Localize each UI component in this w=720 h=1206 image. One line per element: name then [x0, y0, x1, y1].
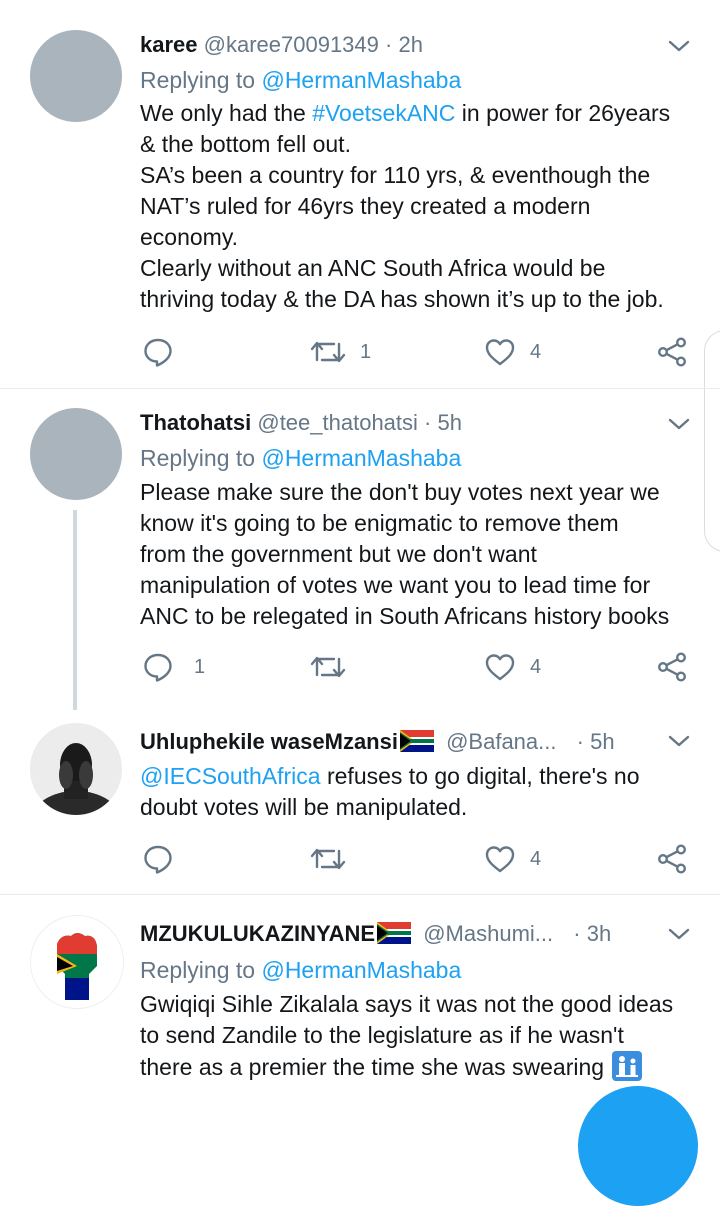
replying-to: Replying to @HermanMashaba — [140, 67, 462, 93]
compose-button[interactable] — [578, 1086, 698, 1206]
tweet-actions: 1 4 — [0, 332, 720, 372]
timestamp[interactable]: 3h — [587, 921, 611, 946]
retweet-button[interactable] — [310, 839, 360, 879]
share-icon — [656, 843, 688, 875]
reply-icon — [142, 336, 174, 368]
separator-dot: · — [576, 729, 584, 754]
user-handle[interactable]: @tee_thatohatsi — [257, 410, 418, 435]
like-button[interactable]: 4 — [484, 647, 541, 687]
reply-button[interactable] — [142, 839, 188, 879]
separator-dot: · — [573, 921, 581, 946]
hashtag-link[interactable]: #VoetsekANC — [312, 100, 455, 126]
reply-icon — [142, 843, 174, 875]
share-button[interactable] — [656, 839, 688, 879]
display-name[interactable]: MZUKULUKAZINYANE — [140, 921, 375, 946]
like-count: 4 — [530, 340, 542, 363]
tweet-line: ANC to be relegated in South Africans hi… — [140, 603, 670, 629]
tweet-line: Gwiqiqi Sihle Zikalala says it was not t… — [140, 991, 674, 1017]
retweet-button[interactable] — [310, 647, 360, 687]
tweet-line: & the bottom fell out. — [140, 131, 351, 157]
mention-link[interactable]: @IECSouthAfrica — [140, 763, 321, 789]
like-count: 4 — [530, 847, 542, 870]
retweet-icon — [310, 652, 346, 682]
tweet-header: Thatohatsi @tee_thatohatsi · 5h — [140, 408, 660, 438]
tweet-line: Clearly without an ANC South Africa woul… — [140, 255, 606, 281]
avatar[interactable] — [30, 408, 122, 500]
share-icon — [656, 336, 688, 368]
tweet-header: Uhluphekile waseMzansi @Bafana... · 5h — [140, 727, 660, 757]
replying-to: Replying to @HermanMashaba — [140, 445, 462, 471]
chevron-down-icon[interactable] — [668, 417, 690, 431]
tweet-line: NAT’s ruled for 46yrs they created a mod… — [140, 193, 591, 219]
heart-icon — [484, 337, 516, 367]
chevron-down-icon[interactable] — [668, 927, 690, 941]
reply-button[interactable] — [142, 332, 188, 372]
tweet-text: Gwiqiqi Sihle Zikalala says it was not t… — [140, 989, 700, 1083]
share-button[interactable] — [656, 332, 688, 372]
like-button[interactable]: 4 — [484, 839, 541, 879]
tweet-uhluphekile[interactable]: Uhluphekile waseMzansi @Bafana... · 5h @… — [0, 709, 720, 894]
tweet-line: We only had the #VoetsekANC in power for… — [140, 100, 671, 126]
tweet-line: manipulation of votes we want you to lea… — [140, 572, 651, 598]
tweet-karee[interactable]: karee @karee70091349 · 2h Replying to @H… — [0, 0, 720, 388]
reply-button[interactable]: 1 — [142, 647, 205, 687]
heart-icon — [484, 844, 516, 874]
like-button[interactable]: 4 — [484, 332, 541, 372]
south-africa-flag-icon — [399, 730, 434, 752]
timestamp[interactable]: 2h — [398, 32, 422, 57]
avatar[interactable] — [30, 723, 122, 815]
timestamp[interactable]: 5h — [590, 729, 614, 754]
tweet-mzukulukazinyane[interactable]: MZUKULUKAZINYANE @Mashumi... · 3h Replyi… — [0, 895, 720, 1114]
avatar[interactable] — [30, 30, 122, 122]
user-handle[interactable]: @Mashumi... — [423, 921, 553, 946]
tweet-line: thriving today & the DA has shown it’s u… — [140, 286, 664, 312]
tweet-text: We only had the #VoetsekANC in power for… — [140, 98, 700, 315]
replying-to-link[interactable]: @HermanMashaba — [261, 957, 461, 983]
share-icon — [656, 651, 688, 683]
tweet-text: @IECSouthAfrica refuses to go digital, t… — [140, 761, 700, 823]
replying-to: Replying to @HermanMashaba — [140, 957, 462, 983]
share-button[interactable] — [656, 647, 688, 687]
display-name[interactable]: karee — [140, 32, 198, 57]
replying-to-link[interactable]: @HermanMashaba — [261, 67, 461, 93]
restroom-emoji-icon — [612, 1051, 643, 1081]
chevron-down-icon[interactable] — [668, 39, 690, 53]
south-africa-flag-icon — [377, 922, 412, 944]
separator-dot: · — [424, 410, 432, 435]
retweet-icon — [310, 844, 346, 874]
like-count: 4 — [530, 655, 542, 678]
avatar[interactable] — [30, 915, 124, 1009]
timestamp[interactable]: 5h — [438, 410, 462, 435]
retweet-count: 1 — [360, 340, 372, 363]
user-handle[interactable]: @karee70091349 — [204, 32, 379, 57]
tweet-line: from the government but we don't want — [140, 541, 537, 567]
tweet-actions: 1 4 — [0, 647, 720, 687]
tweet-line: @IECSouthAfrica refuses to go digital, t… — [140, 763, 640, 789]
tweet-line: there as a premier the time she was swea… — [140, 1051, 700, 1083]
separator-dot: · — [385, 32, 393, 57]
retweet-button[interactable]: 1 — [310, 332, 371, 372]
user-handle[interactable]: @Bafana... — [446, 729, 556, 754]
tweet-line: SA’s been a country for 110 yrs, & event… — [140, 162, 651, 188]
reply-count: 1 — [194, 655, 206, 678]
tweet-line: to send Zandile to the legislature as if… — [140, 1022, 624, 1048]
display-name[interactable]: Uhluphekile waseMzansi — [140, 729, 398, 754]
tweet-actions: 4 — [0, 839, 720, 879]
tweet-header: karee @karee70091349 · 2h — [140, 30, 660, 60]
thread-line — [73, 510, 77, 710]
heart-icon — [484, 652, 516, 682]
chevron-down-icon[interactable] — [668, 734, 690, 748]
tweet-thatohatsi[interactable]: Thatohatsi @tee_thatohatsi · 5h Replying… — [0, 389, 720, 709]
tweet-line: doubt votes will be manipulated. — [140, 794, 468, 820]
tweet-text: Please make sure the don't buy votes nex… — [140, 477, 700, 632]
replying-to-link[interactable]: @HermanMashaba — [261, 445, 461, 471]
tweet-line: economy. — [140, 224, 239, 250]
display-name[interactable]: Thatohatsi — [140, 410, 251, 435]
retweet-icon — [310, 337, 346, 367]
tweet-header: MZUKULUKAZINYANE @Mashumi... · 3h — [140, 919, 660, 949]
reply-icon — [142, 651, 174, 683]
tweet-line: know it's going to be enigmatic to remov… — [140, 510, 619, 536]
tweet-line: Please make sure the don't buy votes nex… — [140, 479, 660, 505]
